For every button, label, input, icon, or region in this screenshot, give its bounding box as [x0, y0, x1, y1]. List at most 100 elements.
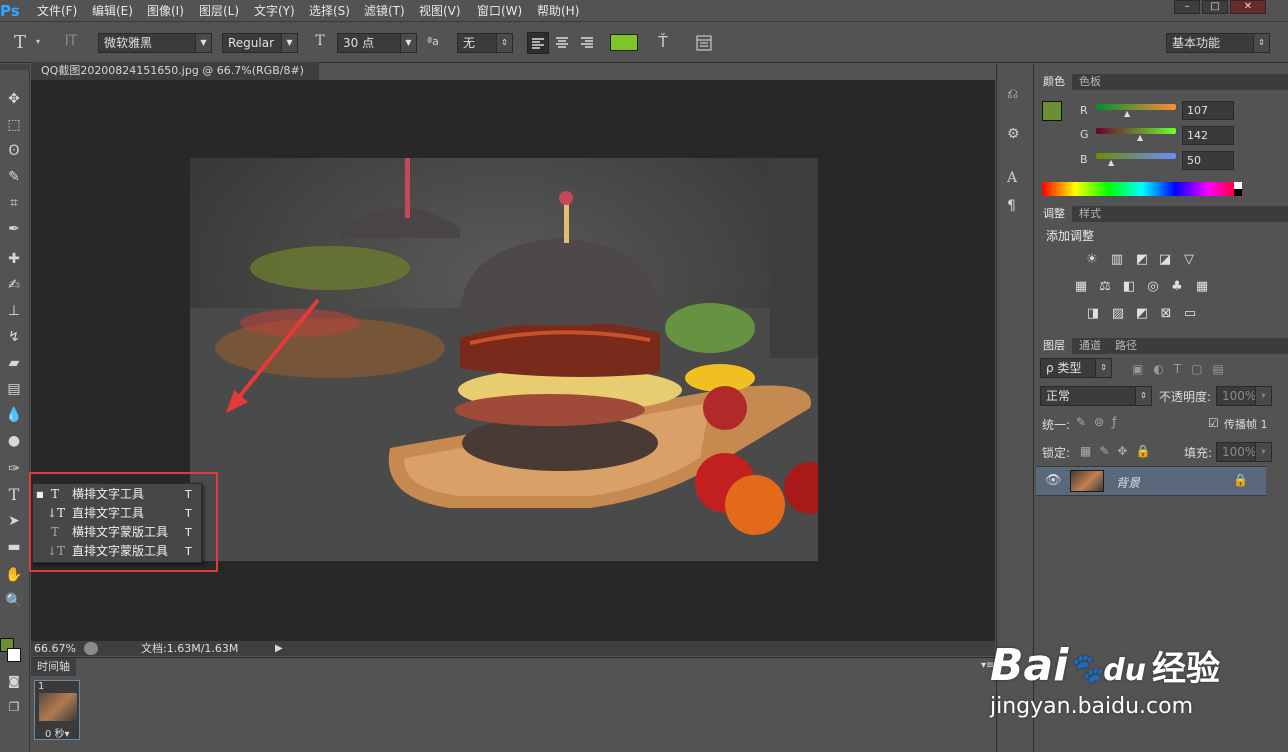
zoom-tool-icon[interactable]: 🔍: [3, 590, 25, 612]
selective-color-icon[interactable]: ⊠: [1157, 306, 1175, 322]
status-expand-icon[interactable]: ▶: [275, 641, 283, 656]
opacity-input[interactable]: 100% ▾: [1216, 386, 1272, 406]
font-style-select[interactable]: Regular ▼: [222, 33, 298, 53]
brightness-contrast-icon[interactable]: ☀: [1083, 252, 1101, 268]
color-lookup-icon[interactable]: ▦: [1193, 279, 1211, 295]
layer-name[interactable]: 背景: [1116, 474, 1140, 491]
menu-select[interactable]: 选择(S): [309, 0, 350, 22]
invert-icon[interactable]: ◨: [1084, 306, 1102, 322]
lasso-tool-icon[interactable]: ʘ: [3, 140, 25, 162]
char-panel-button[interactable]: [695, 34, 713, 52]
maximize-button[interactable]: □: [1202, 0, 1228, 14]
tab-color[interactable]: 颜色: [1036, 74, 1072, 90]
menu-help[interactable]: 帮助(H): [537, 0, 579, 22]
type-tool-preset-icon[interactable]: T: [10, 32, 30, 53]
exposure-icon[interactable]: ◪: [1156, 252, 1174, 268]
clone-stamp-tool-icon[interactable]: ⊥: [3, 300, 25, 322]
tab-styles[interactable]: 样式: [1072, 206, 1108, 222]
bw-swatch[interactable]: [1234, 182, 1242, 196]
history-brush-tool-icon[interactable]: ↯: [3, 326, 25, 348]
blue-value-input[interactable]: 50: [1182, 151, 1234, 170]
hue-saturation-icon[interactable]: ▦: [1072, 279, 1090, 295]
fill-input[interactable]: 100% ▾: [1216, 442, 1272, 462]
menu-window[interactable]: 窗口(W): [477, 0, 522, 22]
tab-layers[interactable]: 图层: [1036, 338, 1072, 354]
green-slider[interactable]: [1096, 128, 1176, 134]
text-orientation-icon[interactable]: IT: [62, 33, 80, 49]
eraser-tool-icon[interactable]: ▰: [3, 352, 25, 374]
frame-delay-select[interactable]: 0 秒▾: [45, 725, 70, 740]
tab-swatches[interactable]: 色板: [1072, 74, 1108, 90]
status-menu-icon[interactable]: [84, 642, 98, 655]
lock-icons[interactable]: ▦✎✥🔒: [1080, 444, 1158, 458]
document-tab[interactable]: QQ截图20200824151650.jpg @ 66.7%(RGB/8#) ×: [31, 62, 319, 95]
type-tool-icon[interactable]: T: [3, 484, 25, 506]
gradient-map-icon[interactable]: ▭: [1181, 306, 1199, 322]
move-tool-icon[interactable]: ✥: [3, 88, 25, 110]
unify-icons[interactable]: ✎⊚ƒ: [1076, 415, 1124, 429]
gradient-tool-icon[interactable]: ▤: [3, 378, 25, 400]
workspace-select[interactable]: 基本功能 ⇕: [1166, 33, 1270, 53]
background-color-swatch[interactable]: [7, 648, 21, 662]
menu-type[interactable]: 文字(Y): [254, 0, 295, 22]
tab-adjustments[interactable]: 调整: [1036, 206, 1072, 222]
slider-thumb-icon[interactable]: ▲: [1124, 109, 1130, 118]
dodge-tool-icon[interactable]: ●: [3, 430, 25, 452]
close-window-button[interactable]: ✕: [1230, 0, 1266, 14]
antialias-select[interactable]: 无 ⇕: [457, 33, 513, 53]
crop-tool-icon[interactable]: ⌗: [3, 192, 25, 214]
slider-thumb-icon[interactable]: ▲: [1108, 158, 1114, 167]
menu-image[interactable]: 图像(I): [147, 0, 184, 22]
menu-edit[interactable]: 编辑(E): [92, 0, 133, 22]
menu-file[interactable]: 文件(F): [37, 0, 77, 22]
blend-mode-select[interactable]: 正常 ⇕: [1040, 386, 1152, 406]
layer-filter-icons[interactable]: ▣◐T▢▤: [1132, 362, 1234, 376]
layer-filter-select[interactable]: ρ 类型 ⇕: [1040, 358, 1112, 378]
character-panel-icon[interactable]: A: [1007, 170, 1017, 186]
toolbar-grip[interactable]: [0, 64, 30, 70]
align-left-button[interactable]: [527, 32, 549, 54]
layer-row-background[interactable]: 👁 背景 🔒: [1036, 466, 1266, 496]
tab-paths[interactable]: 路径: [1108, 338, 1144, 354]
warp-text-icon[interactable]: Ť: [654, 33, 672, 51]
properties-panel-icon[interactable]: ⚙: [1007, 126, 1020, 142]
history-panel-icon[interactable]: ⎌: [1007, 86, 1018, 102]
text-color-swatch[interactable]: [610, 34, 638, 51]
hand-tool-icon[interactable]: ✋: [3, 564, 25, 586]
align-center-button[interactable]: [552, 32, 574, 54]
paragraph-panel-icon[interactable]: ¶: [1007, 198, 1016, 214]
quick-mask-icon[interactable]: ◙: [3, 670, 25, 692]
healing-brush-tool-icon[interactable]: ✚: [3, 248, 25, 270]
red-value-input[interactable]: 107: [1182, 101, 1234, 120]
quick-select-tool-icon[interactable]: ✎: [3, 166, 25, 188]
menu-filter[interactable]: 滤镜(T): [364, 0, 405, 22]
posterize-icon[interactable]: ▨: [1109, 306, 1127, 322]
photo-filter-icon[interactable]: ◎: [1144, 279, 1162, 295]
align-right-button[interactable]: [577, 32, 599, 54]
threshold-icon[interactable]: ◩: [1133, 306, 1151, 322]
tab-channels[interactable]: 通道: [1072, 338, 1108, 354]
screen-mode-icon[interactable]: ❐: [3, 696, 25, 718]
curves-icon[interactable]: ◩: [1133, 252, 1151, 268]
channel-mixer-icon[interactable]: ♣: [1168, 279, 1186, 295]
marquee-tool-icon[interactable]: ⬚: [3, 114, 25, 136]
color-panel-fg-swatch[interactable]: [1042, 101, 1062, 121]
path-selection-tool-icon[interactable]: ➤: [3, 510, 25, 532]
propagate-checkbox[interactable]: ☑: [1208, 416, 1219, 430]
font-size-select[interactable]: 30 点 ▼: [337, 33, 417, 53]
green-value-input[interactable]: 142: [1182, 126, 1234, 145]
menu-layer[interactable]: 图层(L): [199, 0, 239, 22]
timeline-frame[interactable]: 1 0 秒▾: [34, 680, 80, 740]
black-white-icon[interactable]: ◧: [1120, 279, 1138, 295]
levels-icon[interactable]: ▥: [1108, 252, 1126, 268]
minimize-button[interactable]: –: [1174, 0, 1200, 14]
font-family-select[interactable]: 微软雅黑 ▼: [98, 33, 212, 53]
zoom-level[interactable]: 66.67%: [34, 641, 76, 656]
brush-tool-icon[interactable]: ✍: [3, 274, 25, 296]
color-spectrum-bar[interactable]: [1042, 182, 1242, 196]
vibrance-icon[interactable]: ▽: [1180, 252, 1198, 268]
slider-thumb-icon[interactable]: ▲: [1137, 133, 1143, 142]
eye-visibility-icon[interactable]: 👁: [1045, 473, 1062, 488]
eyedropper-tool-icon[interactable]: ✒: [3, 218, 25, 240]
blur-tool-icon[interactable]: 💧: [3, 404, 25, 426]
